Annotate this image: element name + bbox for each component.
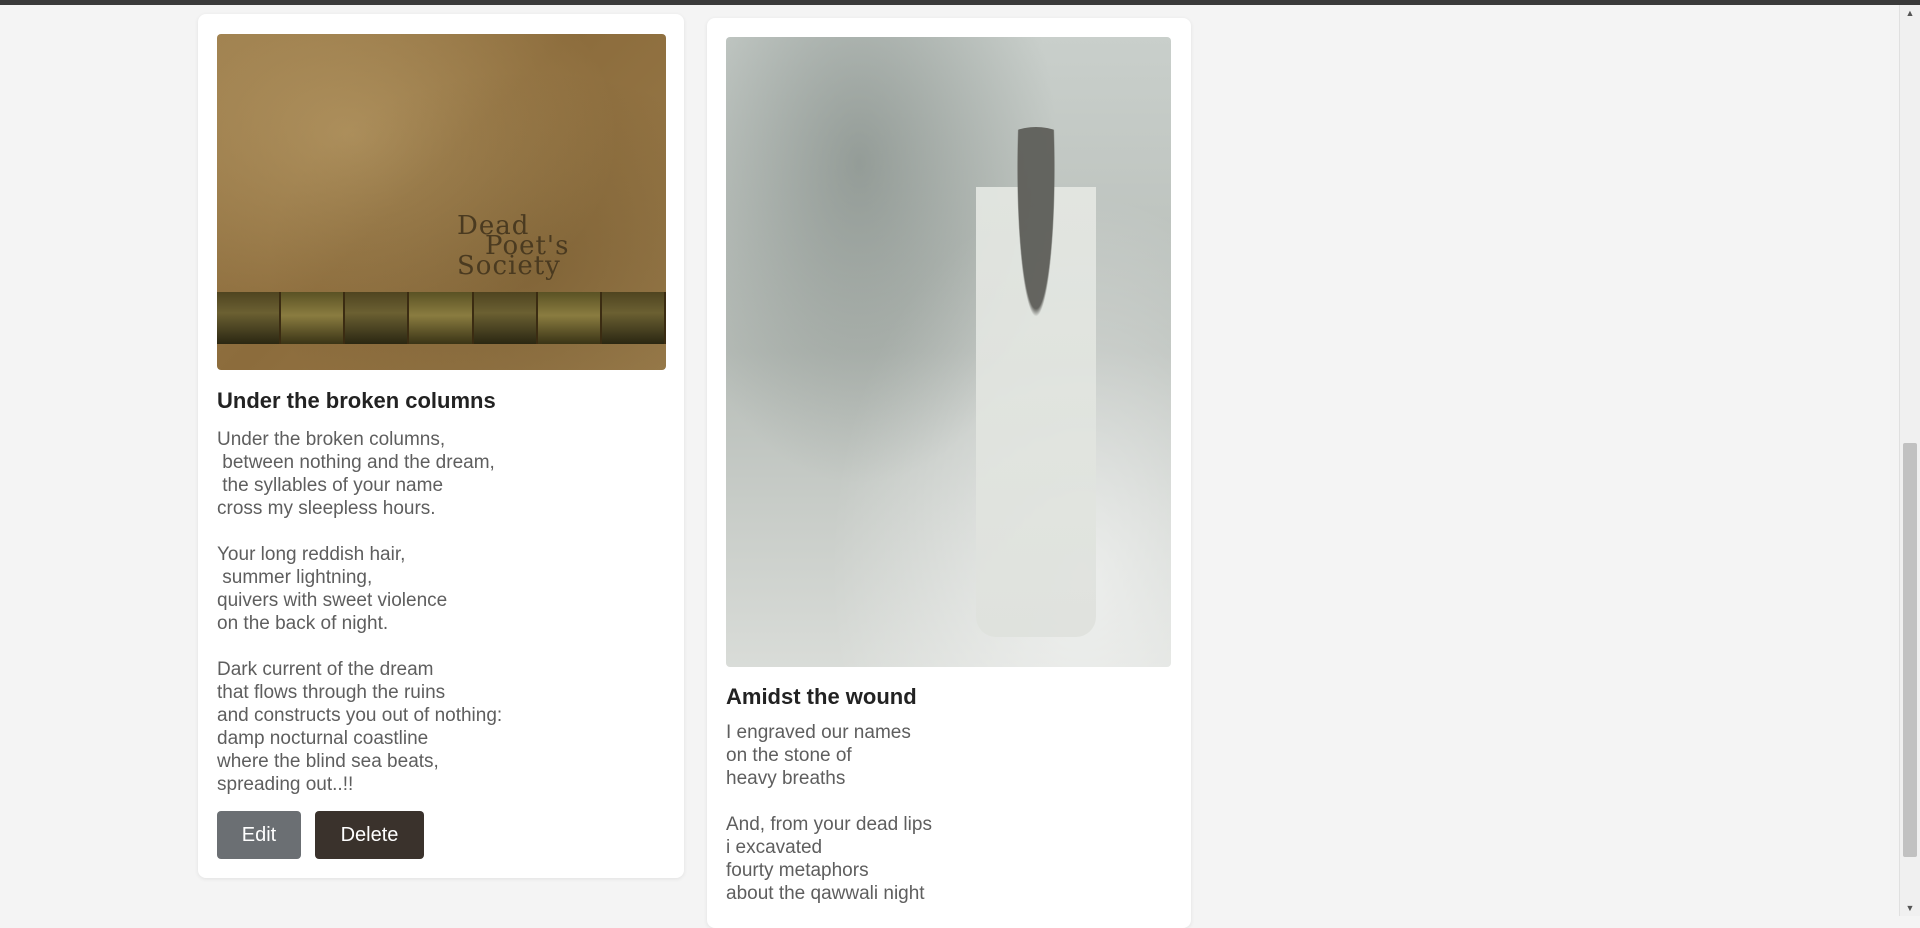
poem-title: Under the broken columns bbox=[217, 388, 496, 413]
poem-title: Amidst the wound bbox=[726, 684, 917, 709]
poem-card: Dead Poet's Society Under the broken col… bbox=[198, 14, 684, 878]
edit-button[interactable]: Edit bbox=[217, 811, 301, 859]
delete-button[interactable]: Delete bbox=[315, 811, 424, 859]
poem-body: Under the broken columns, between nothin… bbox=[217, 429, 503, 795]
woman-figure bbox=[976, 127, 1096, 637]
scrollbar-thumb[interactable] bbox=[1903, 443, 1917, 857]
poem-card: Amidst the wound I engraved our names on… bbox=[707, 18, 1191, 928]
scroll-up-arrow-icon[interactable]: ▲ bbox=[1900, 5, 1920, 21]
scroll-down-arrow-icon[interactable]: ▼ bbox=[1900, 900, 1920, 916]
vertical-scrollbar[interactable]: ▲ ▼ bbox=[1899, 5, 1920, 916]
poem-image bbox=[726, 37, 1171, 667]
poem-image: Dead Poet's Society bbox=[217, 34, 666, 370]
top-border bbox=[0, 0, 1920, 5]
poem-body: I engraved our names on the stone of hea… bbox=[726, 722, 932, 904]
film-strip bbox=[217, 292, 666, 344]
image-logo-text: Dead Poet's Society bbox=[457, 211, 570, 281]
